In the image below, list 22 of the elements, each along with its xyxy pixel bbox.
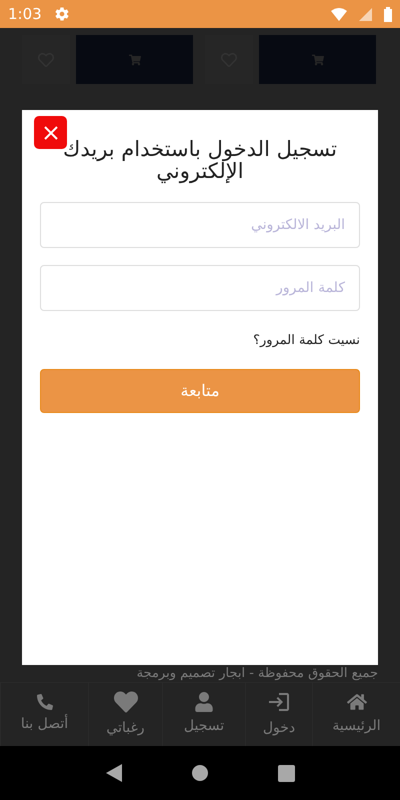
cart-icon xyxy=(128,54,140,66)
signal-icon xyxy=(359,8,372,20)
heart-icon xyxy=(114,690,138,714)
copyright-text: جميع الحقوق محفوظة - ابجار تصميم وبرمجة xyxy=(136,666,378,681)
user-icon xyxy=(194,692,214,712)
login-icon xyxy=(267,690,291,714)
status-time: 1:03 xyxy=(8,4,42,25)
cart-icon xyxy=(312,54,324,66)
password-field[interactable]: كلمة المرور xyxy=(40,265,360,311)
phone-icon xyxy=(36,694,52,710)
battery-icon xyxy=(384,6,392,22)
back-icon[interactable] xyxy=(106,764,122,782)
close-icon xyxy=(42,124,58,140)
recents-icon[interactable] xyxy=(278,764,294,782)
wifi-icon xyxy=(331,8,347,20)
forgot-password-link[interactable]: نسيت كلمة المرور؟ xyxy=(253,331,360,350)
dialog-title: تسجيل الدخول باستخدام بريدك الإلكتروني xyxy=(62,138,338,182)
email-field[interactable]: البريد الالكتروني xyxy=(40,202,360,248)
home-icon[interactable] xyxy=(192,765,208,781)
continue-button[interactable]: متابعة xyxy=(40,368,360,412)
home-icon xyxy=(346,692,366,712)
settings-icon xyxy=(54,6,70,22)
